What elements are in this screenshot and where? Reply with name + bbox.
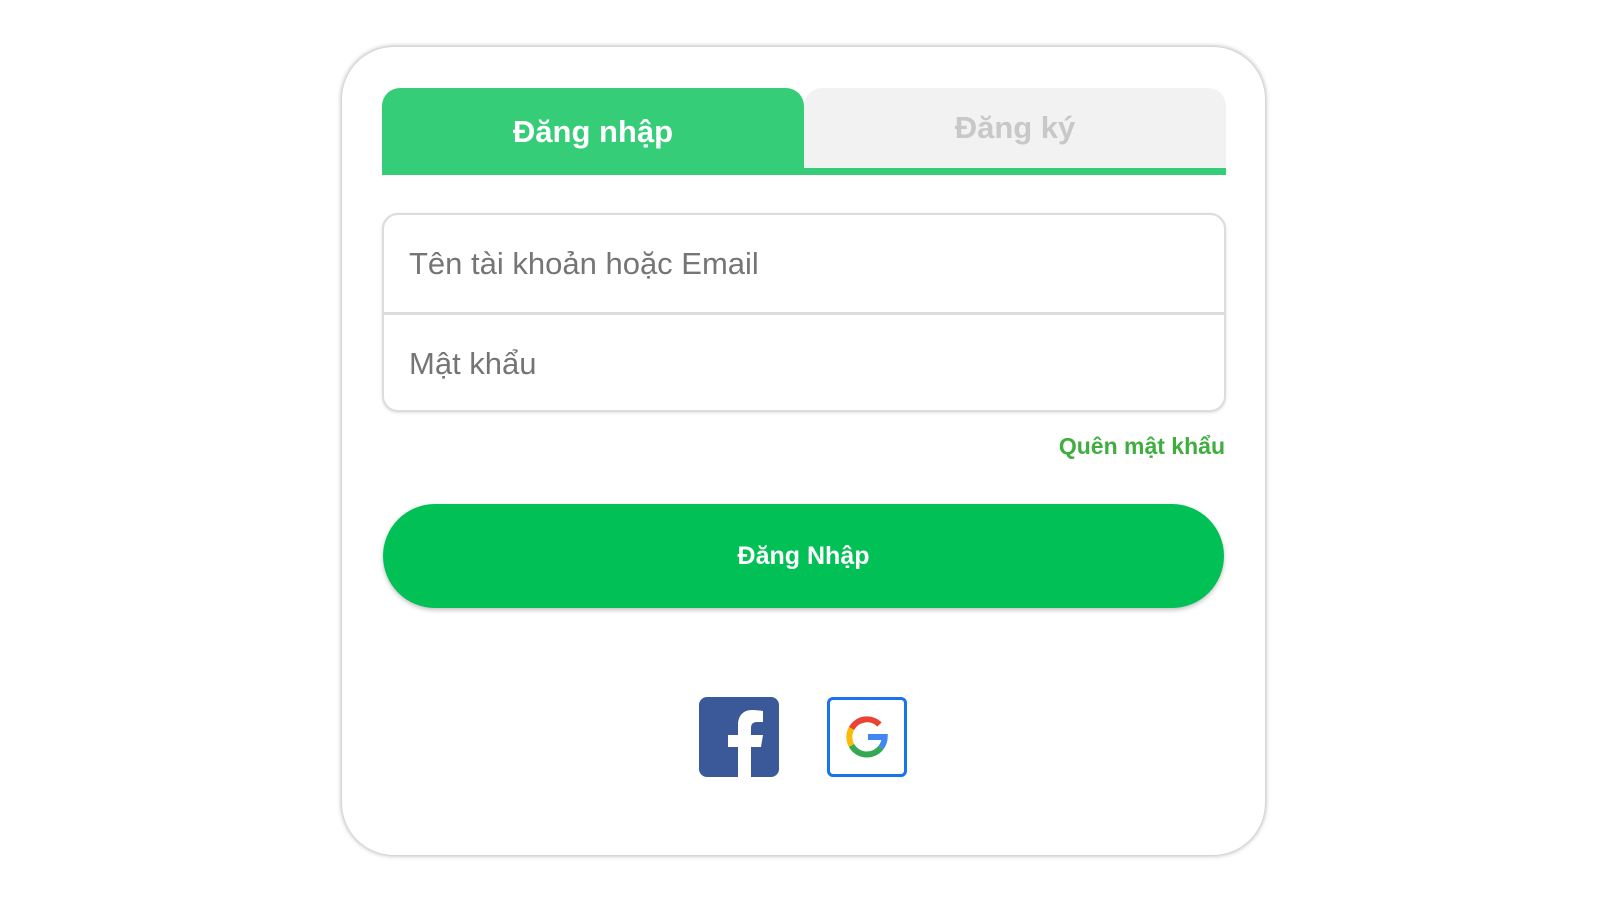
forgot-password-link[interactable]: Quên mật khẩu — [1059, 433, 1225, 460]
facebook-login-button[interactable] — [699, 697, 779, 777]
tab-register[interactable]: Đăng ký — [804, 88, 1226, 168]
facebook-icon — [728, 710, 763, 777]
auth-tabs: Đăng nhập Đăng ký — [382, 88, 1226, 175]
tab-login[interactable]: Đăng nhập — [382, 88, 804, 175]
google-login-button[interactable] — [827, 697, 907, 777]
google-icon — [846, 716, 888, 758]
tab-underline — [382, 168, 1226, 175]
password-input[interactable] — [384, 315, 1224, 410]
credentials-group — [382, 213, 1226, 412]
username-input[interactable] — [384, 215, 1224, 312]
login-card: Đăng nhập Đăng ký Quên mật khẩu Đăng Nhậ… — [342, 47, 1265, 855]
login-button[interactable]: Đăng Nhập — [383, 504, 1224, 608]
